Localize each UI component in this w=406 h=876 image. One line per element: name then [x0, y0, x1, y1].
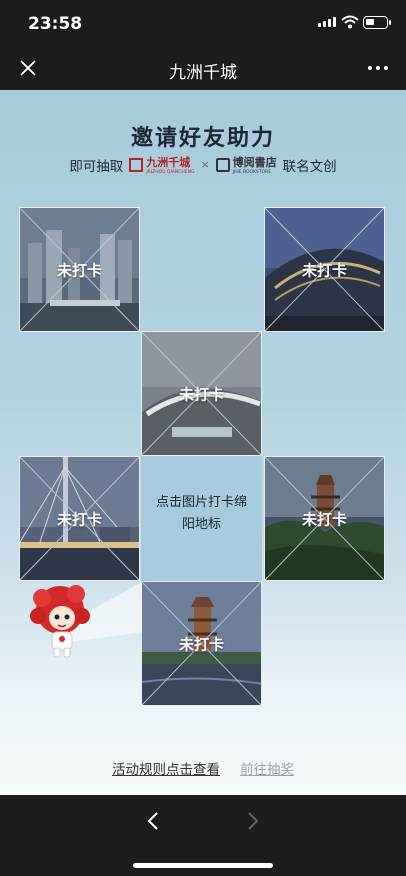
- rules-link[interactable]: 活动规则点击查看: [112, 758, 220, 778]
- status-time: 23:58: [28, 14, 83, 34]
- landmark-tile-towers[interactable]: 未打卡: [19, 207, 140, 332]
- main-content: 邀请好友助力 即可抽取 九洲千城 JIUZHOU QIANCHENG × 博阅書…: [0, 90, 406, 795]
- subtitle-row: 即可抽取 九洲千城 JIUZHOU QIANCHENG × 博阅書店 JIHE …: [0, 154, 406, 175]
- brand1-en: JIUZHOU QIANCHENG: [146, 170, 195, 175]
- bookstore-logo-icon: [215, 157, 230, 172]
- tile-status-label: 未打卡: [301, 510, 347, 528]
- landmark-tile-tower-lake[interactable]: 未打卡: [141, 581, 262, 706]
- signal-icon: [318, 17, 336, 27]
- tile-status-label: 未打卡: [56, 261, 102, 279]
- subtitle-prefix: 即可抽取: [69, 158, 124, 175]
- tile-status-label: 未打卡: [301, 261, 347, 279]
- bottom-links: 活动规则点击查看 前往抽奖: [0, 758, 406, 778]
- mascot-icon: [30, 585, 90, 658]
- tile-status-label: 未打卡: [56, 510, 102, 528]
- battery-icon: [363, 16, 391, 29]
- home-indicator[interactable]: [133, 863, 273, 868]
- jiuzhou-logo-icon: [129, 157, 144, 172]
- brand-logo-jiuzhou: 九洲千城 JIUZHOU QIANCHENG: [129, 154, 194, 175]
- landmark-tile-stadium[interactable]: 未打卡: [264, 207, 385, 332]
- back-arrow-icon[interactable]: [144, 811, 162, 831]
- landmark-tile-bridge[interactable]: 未打卡: [19, 456, 140, 581]
- subtitle-suffix: 联名文创: [282, 158, 337, 175]
- brand1-name: 九洲千城: [146, 156, 191, 169]
- nav-bar: 九洲千城: [0, 46, 406, 90]
- headline: 邀请好友助力: [130, 126, 275, 151]
- forward-arrow-icon[interactable]: [244, 811, 262, 831]
- page-title: 九洲千城: [169, 63, 237, 83]
- brand2-en: JIHE BOOKSTORE: [232, 170, 272, 175]
- brand-logo-bookstore: 博阅書店 JIHE BOOKSTORE: [215, 154, 277, 175]
- tile-status-label: 未打卡: [178, 385, 224, 403]
- landmark-tile-plaza[interactable]: 未打卡: [141, 331, 262, 456]
- tile-status-label: 未打卡: [178, 635, 224, 653]
- status-bar: 23:58: [0, 0, 406, 46]
- more-icon[interactable]: [368, 66, 388, 70]
- landmark-tile-pagoda[interactable]: 未打卡: [264, 456, 385, 581]
- center-hint: 点击图片打卡绵阳地标: [141, 456, 262, 581]
- draw-link[interactable]: 前往抽奖: [240, 758, 294, 778]
- collab-cross: ×: [200, 158, 210, 171]
- wifi-icon: [341, 15, 359, 29]
- brand2-name: 博阅書店: [232, 156, 277, 169]
